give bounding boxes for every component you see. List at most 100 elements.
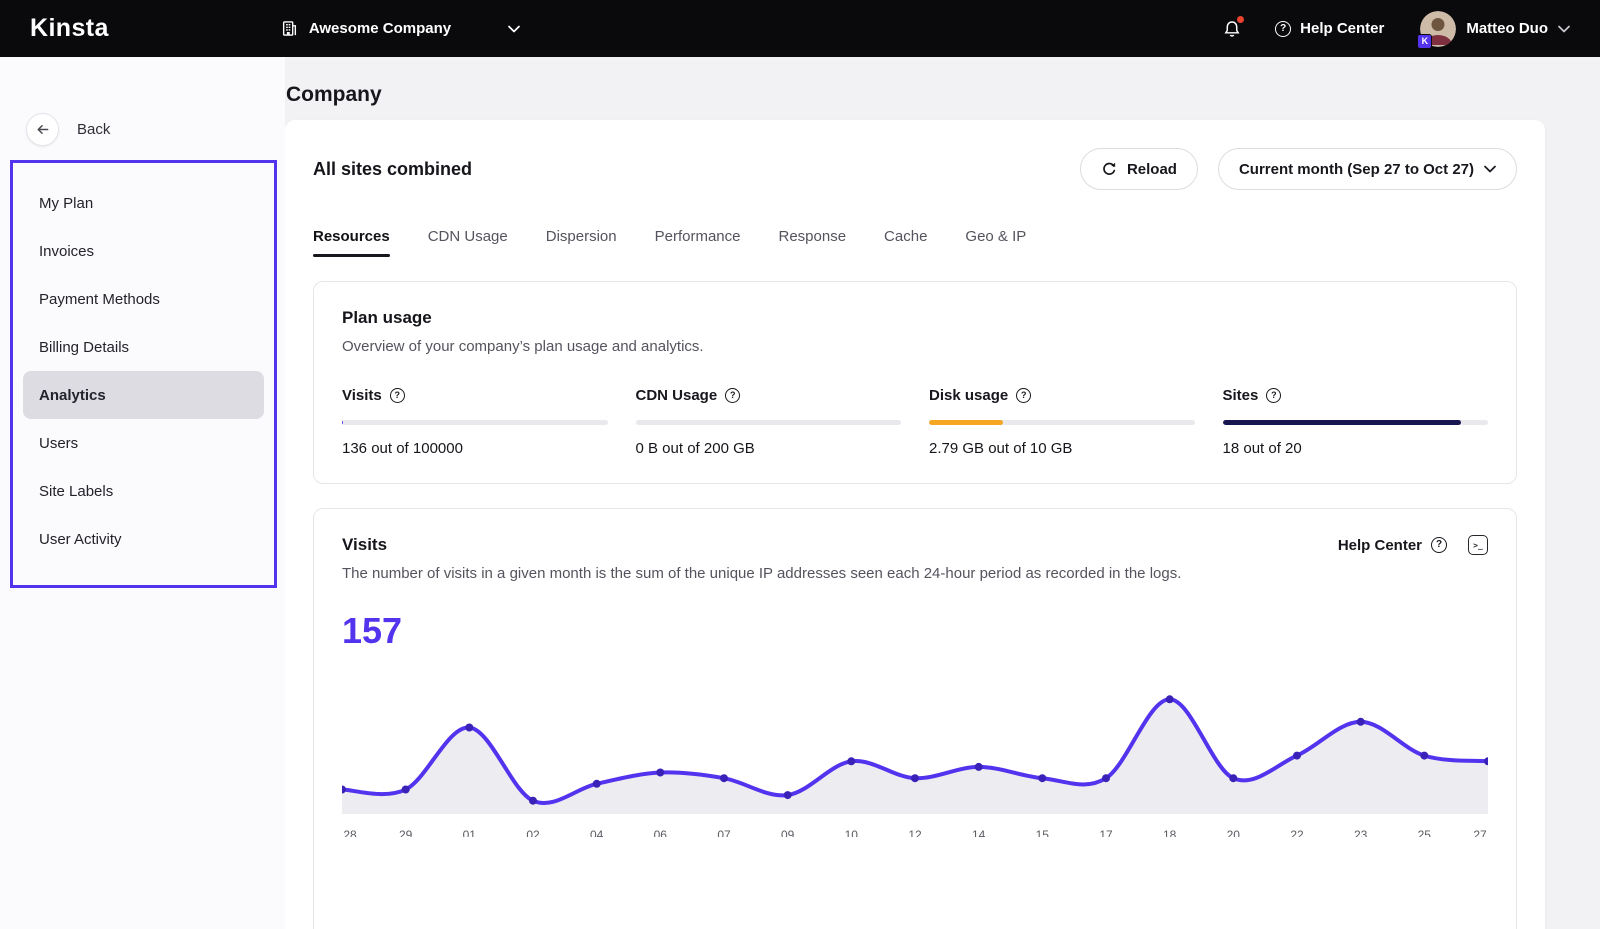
- header-actions: Reload Current month (Sep 27 to Oct 27): [1080, 148, 1517, 190]
- user-name: Matteo Duo: [1466, 20, 1548, 37]
- question-circle-icon: ?: [1275, 21, 1291, 37]
- help-center-link[interactable]: Help Center: [1338, 537, 1422, 554]
- help-icon[interactable]: ?: [390, 388, 405, 403]
- tab-cdn-usage[interactable]: CDN Usage: [428, 228, 508, 257]
- x-tick-label: 06: [654, 828, 667, 837]
- reload-button[interactable]: Reload: [1080, 148, 1198, 190]
- visits-title: Visits: [342, 535, 387, 555]
- x-tick-label: 20: [1227, 828, 1240, 837]
- metric-label: CDN Usage: [636, 387, 718, 404]
- metric-label: Disk usage: [929, 387, 1008, 404]
- visits-total: 157: [342, 610, 1488, 652]
- metric-sites: Sites ? 18 out of 20: [1223, 387, 1489, 457]
- x-tick-label: 07: [717, 828, 730, 837]
- x-tick-label: 12: [908, 828, 921, 837]
- visits-card: Visits Help Center ? >_ The number of vi…: [313, 508, 1517, 929]
- notification-dot: [1237, 16, 1244, 23]
- company-menu: My Plan Invoices Payment Methods Billing…: [10, 160, 277, 588]
- metric-label: Sites: [1223, 387, 1259, 404]
- metric-label: Visits: [342, 387, 382, 404]
- period-dropdown[interactable]: Current month (Sep 27 to Oct 27): [1218, 148, 1517, 190]
- sidebar-item-analytics[interactable]: Analytics: [23, 371, 264, 419]
- question-circle-icon[interactable]: ?: [1431, 537, 1447, 553]
- all-sites-title: All sites combined: [313, 159, 472, 180]
- plan-usage-title: Plan usage: [342, 308, 1488, 328]
- notifications-button[interactable]: [1223, 20, 1241, 38]
- metric-visits: Visits ? 136 out of 100000: [342, 387, 608, 457]
- reload-icon: [1101, 161, 1117, 177]
- metric-value: 136 out of 100000: [342, 440, 608, 457]
- sites-progress-bar: [1223, 420, 1489, 425]
- analytics-tabs: Resources CDN Usage Dispersion Performan…: [313, 228, 1517, 257]
- help-icon[interactable]: ?: [1016, 388, 1031, 403]
- reload-label: Reload: [1127, 161, 1177, 178]
- x-tick-label: 01: [463, 828, 476, 837]
- back-button[interactable]: [26, 113, 59, 146]
- x-tick-label: 09: [781, 828, 794, 837]
- tab-cache[interactable]: Cache: [884, 228, 927, 257]
- tab-resources[interactable]: Resources: [313, 228, 390, 257]
- chevron-down-icon: [1558, 25, 1570, 33]
- x-tick-label: 27: [1473, 828, 1486, 837]
- x-tick-label: 10: [845, 828, 858, 837]
- sidebar: Back My Plan Invoices Payment Methods Bi…: [0, 57, 285, 929]
- chevron-down-icon: [1484, 165, 1496, 173]
- topbar: Kinsta Awesome Company ? Help Center: [0, 0, 1600, 57]
- topbar-right: ? Help Center K Matteo Duo: [1223, 11, 1570, 47]
- metric-value: 18 out of 20: [1223, 440, 1489, 457]
- back-label[interactable]: Back: [77, 121, 110, 138]
- help-center-label: Help Center: [1300, 20, 1384, 37]
- metric-disk-usage: Disk usage ? 2.79 GB out of 10 GB: [929, 387, 1195, 457]
- x-tick-label: 14: [972, 828, 985, 837]
- visits-progress-bar: [342, 420, 608, 425]
- x-tick-label: 04: [590, 828, 603, 837]
- visits-description: The number of visits in a given month is…: [342, 565, 1488, 582]
- x-tick-label: 28: [343, 828, 356, 837]
- company-selector[interactable]: Awesome Company: [281, 20, 520, 37]
- cdn-progress-bar: [636, 420, 902, 425]
- sidebar-item-payment-methods[interactable]: Payment Methods: [23, 275, 264, 323]
- kinsta-logo[interactable]: Kinsta: [30, 14, 109, 43]
- plan-usage-card: Plan usage Overview of your company’s pl…: [313, 281, 1517, 484]
- sidebar-item-billing-details[interactable]: Billing Details: [23, 323, 264, 371]
- user-menu[interactable]: K Matteo Duo: [1420, 11, 1570, 47]
- visits-actions: Help Center ? >_: [1338, 535, 1488, 555]
- plan-usage-metrics: Visits ? 136 out of 100000 CDN Usage ? 0…: [342, 387, 1488, 457]
- company-name: Awesome Company: [309, 20, 451, 37]
- tab-performance[interactable]: Performance: [655, 228, 741, 257]
- sidebar-item-site-labels[interactable]: Site Labels: [23, 467, 264, 515]
- tab-dispersion[interactable]: Dispersion: [546, 228, 617, 257]
- chart-x-axis-labels: 28290102040607091012141517182022232527: [342, 828, 1488, 837]
- all-sites-header: All sites combined Reload Current month …: [313, 148, 1517, 190]
- sidebar-item-users[interactable]: Users: [23, 419, 264, 467]
- x-tick-label: 22: [1290, 828, 1303, 837]
- main-content: Company All sites combined Reload Curren…: [285, 57, 1600, 929]
- visits-chart: 28290102040607091012141517182022232527: [342, 674, 1488, 837]
- period-label: Current month (Sep 27 to Oct 27): [1239, 161, 1474, 178]
- arrow-left-icon: [35, 122, 50, 137]
- sidebar-item-invoices[interactable]: Invoices: [23, 227, 264, 275]
- x-tick-label: 17: [1099, 828, 1112, 837]
- help-icon[interactable]: ?: [725, 388, 740, 403]
- x-tick-label: 25: [1418, 828, 1431, 837]
- page-title: Company: [286, 83, 1600, 107]
- visits-line-chart: [342, 674, 1488, 814]
- x-tick-label: 02: [526, 828, 539, 837]
- metric-value: 0 B out of 200 GB: [636, 440, 902, 457]
- tab-geo-ip[interactable]: Geo & IP: [965, 228, 1026, 257]
- x-tick-label: 18: [1163, 828, 1176, 837]
- help-center-button[interactable]: ? Help Center: [1275, 20, 1384, 37]
- plan-usage-subtitle: Overview of your company’s plan usage an…: [342, 338, 1488, 355]
- building-icon: [281, 20, 298, 37]
- back-row: Back: [26, 113, 285, 146]
- x-tick-label: 29: [399, 828, 412, 837]
- chevron-down-icon: [508, 25, 520, 33]
- tab-response[interactable]: Response: [779, 228, 847, 257]
- disk-progress-bar: [929, 420, 1195, 425]
- sidebar-item-my-plan[interactable]: My Plan: [23, 179, 264, 227]
- metric-value: 2.79 GB out of 10 GB: [929, 440, 1195, 457]
- sidebar-item-user-activity[interactable]: User Activity: [23, 515, 264, 563]
- kinsta-badge: K: [1417, 34, 1432, 49]
- help-icon[interactable]: ?: [1266, 388, 1281, 403]
- logs-console-icon[interactable]: >_: [1468, 535, 1488, 555]
